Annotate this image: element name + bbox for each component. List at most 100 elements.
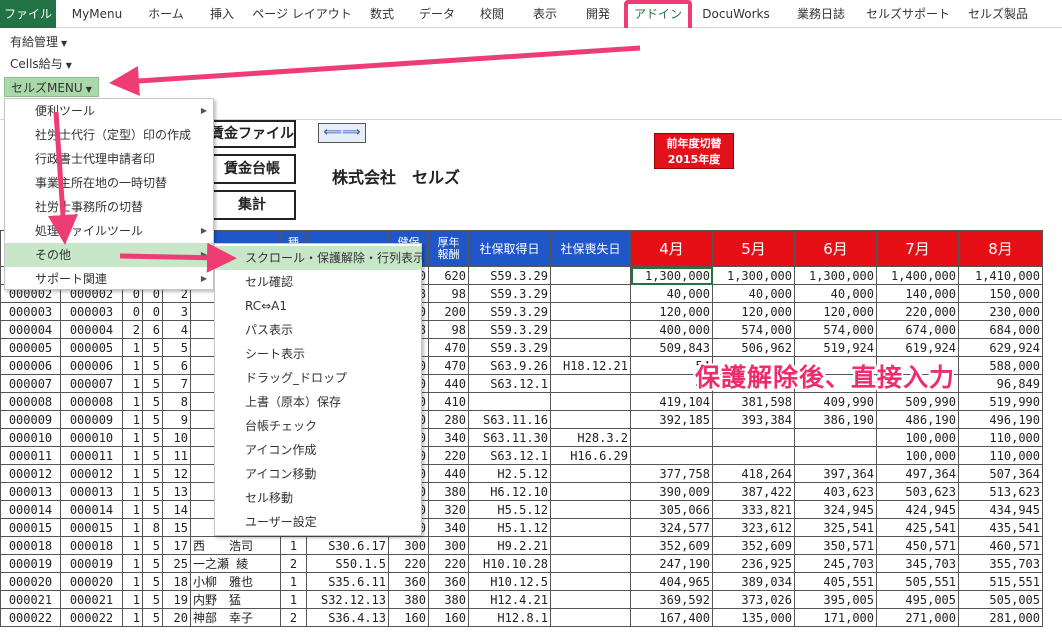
menu-item-office-switch[interactable]: 社労士事務所の切替 [5, 195, 213, 219]
table-cell[interactable]: 25 [162, 554, 191, 573]
table-cell[interactable]: 5 [142, 536, 163, 555]
table-cell[interactable]: 325,541 [794, 518, 877, 537]
table-cell[interactable]: 497,364 [876, 464, 959, 483]
table-cell[interactable]: S50.1.5 [306, 554, 389, 573]
submenu-item-cell-move[interactable]: セル移動 [215, 486, 421, 510]
table-cell[interactable]: 20 [162, 608, 191, 627]
table-cell[interactable]: S30.6.17 [306, 536, 389, 555]
table-cell[interactable]: 000015 [60, 518, 123, 537]
table-cell[interactable]: 5 [142, 500, 163, 519]
submenu-item-icon-move[interactable]: アイコン移動 [215, 462, 421, 486]
table-cell[interactable]: 5 [142, 356, 163, 375]
table-cell[interactable]: 000003 [0, 302, 61, 321]
table-cell[interactable]: 内野 猛 [190, 590, 281, 609]
table-cell[interactable]: S59.3.29 [468, 302, 551, 321]
table-cell[interactable] [550, 536, 631, 555]
table-cell[interactable] [630, 446, 713, 465]
table-cell[interactable]: H10.12.5 [468, 572, 551, 591]
table-cell[interactable]: 一之瀬 綾 [190, 554, 281, 573]
table-cell[interactable]: S59.3.29 [468, 284, 551, 303]
table-cell[interactable]: 1,410,000 [958, 266, 1043, 285]
table-cell[interactable]: 320 [428, 500, 469, 519]
table-cell[interactable]: 519,924 [794, 338, 877, 357]
table-cell[interactable]: H5.5.12 [468, 500, 551, 519]
table-cell[interactable]: 000008 [0, 392, 61, 411]
table-cell[interactable]: 2 [280, 554, 307, 573]
table-cell[interactable]: 519,990 [958, 392, 1043, 411]
table-cell[interactable]: 0 [122, 302, 143, 321]
table-cell[interactable]: 220 [428, 554, 469, 573]
table-cell[interactable]: 506,962 [712, 338, 795, 357]
table-cell[interactable]: 503,623 [876, 482, 959, 501]
tab-review[interactable]: 校閲 [468, 0, 516, 28]
table-cell[interactable]: 100,000 [876, 428, 959, 447]
table-cell[interactable]: 2 [280, 608, 307, 627]
table-cell[interactable]: 450,571 [876, 536, 959, 555]
table-cell[interactable]: 5 [142, 554, 163, 573]
table-cell[interactable]: S63.9.26 [468, 356, 551, 375]
table-cell[interactable]: 380 [428, 590, 469, 609]
table-cell[interactable]: 9 [162, 410, 191, 429]
table-cell[interactable]: 333,821 [712, 500, 795, 519]
table-cell[interactable]: 40,000 [794, 284, 877, 303]
menu-item-sharoushi-stamp[interactable]: 社労士代行（定型）印の作成 [5, 123, 213, 147]
table-cell[interactable]: 470 [428, 356, 469, 375]
swap-arrow-button[interactable]: ⟸⟹ [318, 123, 366, 143]
table-cell[interactable] [550, 320, 631, 339]
table-cell[interactable]: 1 [122, 428, 143, 447]
table-cell[interactable]: 574,000 [712, 320, 795, 339]
table-cell[interactable]: 390,009 [630, 482, 713, 501]
table-cell[interactable]: 380 [428, 482, 469, 501]
table-cell[interactable]: 373,026 [712, 590, 795, 609]
submenu-item-overwrite-save[interactable]: 上書（原本）保存 [215, 390, 421, 414]
table-cell[interactable]: H2.5.12 [468, 464, 551, 483]
table-cell[interactable]: 000014 [60, 500, 123, 519]
table-cell[interactable]: 1 [122, 536, 143, 555]
table-cell[interactable]: 6 [162, 356, 191, 375]
table-cell[interactable]: 323,612 [712, 518, 795, 537]
table-cell[interactable]: 1 [122, 554, 143, 573]
table-cell[interactable]: 98 [428, 284, 469, 303]
table-cell[interactable]: H6.12.10 [468, 482, 551, 501]
table-cell[interactable]: 360 [388, 572, 429, 591]
table-cell[interactable]: 400,000 [630, 320, 713, 339]
tab-docuworks[interactable]: DocuWorks [694, 0, 778, 28]
table-cell[interactable]: 000019 [0, 554, 61, 573]
table-cell[interactable]: 000014 [0, 500, 61, 519]
table-cell[interactable]: 40,000 [712, 284, 795, 303]
table-cell[interactable]: 160 [388, 608, 429, 627]
table-cell[interactable]: 1 [122, 500, 143, 519]
table-cell[interactable]: S59.3.29 [468, 266, 551, 285]
table-cell[interactable]: 000020 [60, 572, 123, 591]
table-cell[interactable]: 000019 [60, 554, 123, 573]
table-cell[interactable]: 1,300,000 [794, 266, 877, 285]
tab-page-layout[interactable]: ページ レイアウト [252, 0, 352, 28]
table-cell[interactable]: 5 [142, 590, 163, 609]
table-cell[interactable]: 435,541 [958, 518, 1043, 537]
table-cell[interactable]: 000007 [60, 374, 123, 393]
table-cell[interactable]: 324,945 [794, 500, 877, 519]
table-cell[interactable]: 200 [428, 302, 469, 321]
tab-home[interactable]: ホーム [140, 0, 192, 28]
table-cell[interactable]: 620 [428, 266, 469, 285]
menu-item-sonota[interactable]: その他 ▶ [5, 243, 213, 267]
table-cell[interactable]: 393,384 [712, 410, 795, 429]
table-cell[interactable]: 236,925 [712, 554, 795, 573]
table-cell[interactable]: 000006 [0, 356, 61, 375]
table-cell[interactable]: 100,000 [876, 446, 959, 465]
table-cell[interactable]: 387,422 [712, 482, 795, 501]
table-cell[interactable]: 98 [428, 320, 469, 339]
table-cell[interactable]: 171,000 [794, 608, 877, 627]
menu-item-gyousei-stamp[interactable]: 行政書士代理申請者印 [5, 147, 213, 171]
table-cell[interactable]: 515,551 [958, 572, 1043, 591]
submenu-item-sheet-display[interactable]: シート表示 [215, 342, 421, 366]
table-cell[interactable]: 000008 [60, 392, 123, 411]
table-cell[interactable]: 392,185 [630, 410, 713, 429]
table-cell[interactable]: 389,034 [712, 572, 795, 591]
tab-developer[interactable]: 開発 [574, 0, 622, 28]
table-cell[interactable]: H5.1.12 [468, 518, 551, 537]
table-cell[interactable]: 5 [162, 338, 191, 357]
table-cell[interactable]: 509,990 [876, 392, 959, 411]
table-cell[interactable] [550, 374, 631, 393]
table-cell[interactable]: 5 [142, 446, 163, 465]
